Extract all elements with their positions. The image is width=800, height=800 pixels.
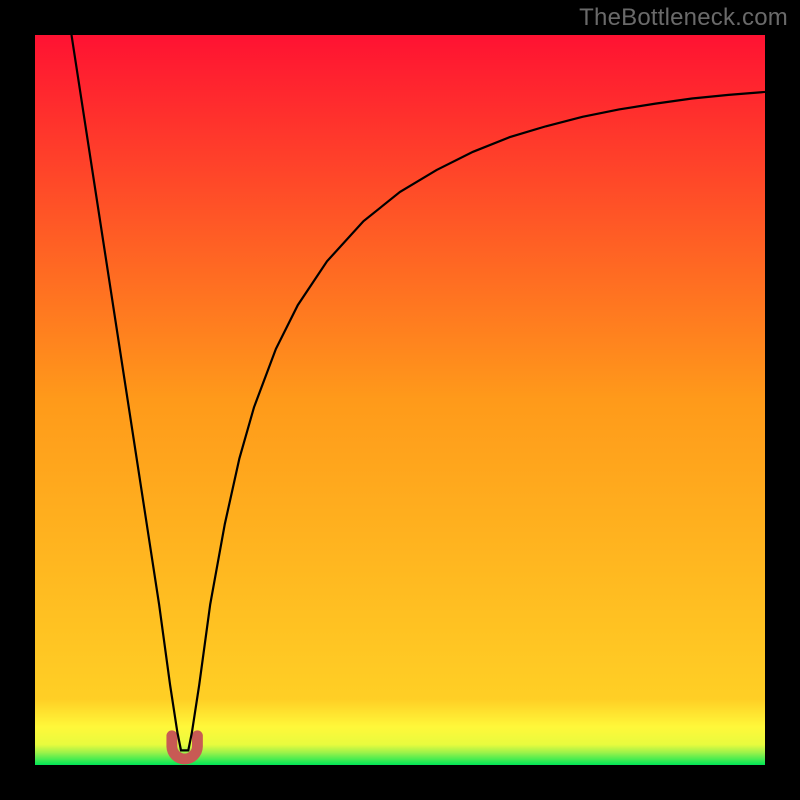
- watermark-text: TheBottleneck.com: [579, 4, 788, 32]
- chart-frame: TheBottleneck.com: [0, 0, 800, 800]
- gradient-background: [35, 35, 765, 765]
- bottleneck-chart: [35, 35, 765, 765]
